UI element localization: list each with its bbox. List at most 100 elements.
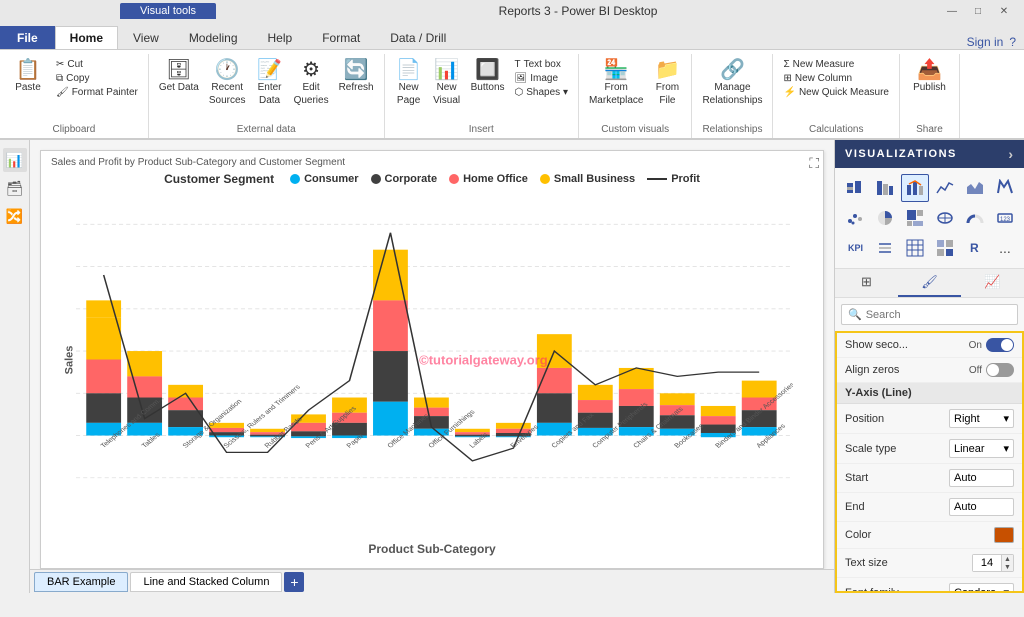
get-data-button[interactable]: 🗄 Get Data	[155, 58, 203, 95]
add-page-button[interactable]: +	[284, 572, 304, 592]
color-picker[interactable]	[994, 527, 1014, 543]
new-column-button[interactable]: ⊞ New Column	[779, 72, 892, 85]
viz-icon-r-script[interactable]: R	[961, 234, 989, 262]
data-view-icon[interactable]: 🗃	[3, 176, 27, 200]
show-secondary-toggle[interactable]: On	[969, 338, 1014, 352]
chart-svg: 2,500K 2,000K 1,500K 1,000K 500K 0K -500…	[76, 199, 793, 520]
tab-view[interactable]: View	[118, 26, 174, 49]
recent-sources-button[interactable]: 🕐 Recent Sources	[205, 58, 250, 108]
scale-type-label: Scale type	[845, 443, 896, 455]
tab-format[interactable]: Format	[307, 26, 375, 49]
text-size-input[interactable]: ▲ ▼	[972, 554, 1014, 572]
edit-queries-button[interactable]: ⚙ Edit Queries	[290, 58, 333, 108]
viz-icon-line[interactable]	[931, 174, 959, 202]
tab-help[interactable]: Help	[253, 26, 308, 49]
from-marketplace-button[interactable]: 🏪 From Marketplace	[585, 58, 647, 108]
viz-icon-card[interactable]: 123	[991, 204, 1019, 232]
legend-small-business: Small Business	[540, 172, 635, 186]
file-tab[interactable]: File	[0, 26, 55, 49]
legend-customer-segment-label: Customer Segment	[164, 172, 274, 186]
viz-icon-treemap[interactable]	[901, 204, 929, 232]
legend-consumer: Consumer	[290, 172, 358, 186]
sign-in[interactable]: Sign in ?	[967, 35, 1024, 49]
viz-icon-gauge[interactable]	[961, 204, 989, 232]
viz-expand-icon[interactable]: ›	[1008, 146, 1014, 162]
report-view-icon[interactable]: 📊	[3, 148, 27, 172]
canvas-area: Sales and Profit by Product Sub-Category…	[30, 140, 834, 593]
align-zeros-toggle[interactable]: Off	[969, 363, 1014, 377]
search-input[interactable]	[866, 309, 1011, 321]
image-button[interactable]: 🖼 Image	[511, 72, 572, 85]
viz-icon-matrix[interactable]	[931, 234, 959, 262]
align-zeros-row: Align zeros Off	[837, 358, 1022, 383]
refresh-button[interactable]: 🔄 Refresh	[335, 58, 378, 95]
font-family-dropdown[interactable]: Candara▾	[949, 583, 1014, 593]
clipboard-group: 📋 Paste ✂ Cut ⧉ Copy 🖌 Format Painter Cl…	[0, 54, 149, 138]
viz-icon-slicer[interactable]	[871, 234, 899, 262]
relationships-group: 🔗 Manage Relationships Relationships	[692, 54, 773, 138]
tab-home[interactable]: Home	[55, 26, 118, 49]
start-input[interactable]: Auto	[949, 469, 1014, 487]
viz-icon-map[interactable]	[931, 204, 959, 232]
tab-data-drill[interactable]: Data / Drill	[375, 26, 461, 49]
search-box[interactable]: 🔍	[841, 304, 1018, 325]
position-dropdown[interactable]: Right▾	[949, 409, 1014, 428]
viz-icon-ribbon[interactable]	[991, 174, 1019, 202]
viz-icon-scatter[interactable]	[841, 204, 869, 232]
minimize-button[interactable]: —	[940, 3, 964, 19]
viz-tab-fields[interactable]: ⊞	[835, 269, 898, 297]
viz-panel-header: VISUALIZATIONS ›	[835, 140, 1024, 168]
close-button[interactable]: ✕	[992, 3, 1016, 19]
legend-profit: Profit	[647, 172, 700, 186]
start-label: Start	[845, 472, 868, 484]
main-area: 📊 🗃 🔀 Sales and Profit by Product Sub-Ca…	[0, 140, 1024, 593]
bottom-tabs: BAR Example Line and Stacked Column +	[30, 569, 834, 593]
font-family-row: Font family Candara▾	[837, 578, 1022, 593]
copy-button[interactable]: ⧉ Copy	[52, 72, 142, 85]
chart-container[interactable]: Sales and Profit by Product Sub-Category…	[40, 150, 824, 569]
new-page-button[interactable]: 📄 New Page	[391, 58, 427, 108]
y-axis-line-section: Y-Axis (Line)	[837, 383, 1022, 404]
viz-icon-more[interactable]: ...	[991, 234, 1019, 262]
align-zeros-label: Align zeros	[845, 364, 899, 376]
end-label: End	[845, 501, 865, 513]
viz-icon-line-bar[interactable]	[901, 174, 929, 202]
viz-icon-table[interactable]	[901, 234, 929, 262]
chart-expand-btn[interactable]: ⛶	[809, 155, 819, 172]
model-view-icon[interactable]: 🔀	[3, 204, 27, 228]
buttons-button[interactable]: 🔲 Buttons	[467, 58, 509, 95]
shapes-button[interactable]: ⬡ Shapes ▾	[511, 86, 572, 99]
from-file-button[interactable]: 📁 From File	[649, 58, 685, 108]
format-options: Show seco... On Align zeros Off Y-Axis (…	[835, 331, 1024, 593]
viz-tab-analytics[interactable]: 📈	[961, 269, 1024, 297]
svg-text:R: R	[970, 241, 979, 255]
viz-icon-bar[interactable]	[871, 174, 899, 202]
enter-data-button[interactable]: 📝 Enter Data	[252, 58, 288, 108]
page-tab-line[interactable]: Line and Stacked Column	[130, 572, 282, 592]
paste-button[interactable]: 📋 Paste	[6, 58, 50, 95]
new-measure-button[interactable]: Σ New Measure	[779, 58, 892, 71]
viz-tab-format[interactable]: 🖌	[898, 269, 961, 297]
scale-type-row: Scale type Linear▾	[837, 434, 1022, 464]
top-bar: Visual tools Reports 3 - Power BI Deskto…	[0, 0, 1024, 22]
format-painter-button[interactable]: 🖌 Format Painter	[52, 86, 142, 99]
scale-type-dropdown[interactable]: Linear▾	[949, 439, 1014, 458]
viz-icon-area[interactable]	[961, 174, 989, 202]
manage-relationships-button[interactable]: 🔗 Manage Relationships	[698, 58, 766, 108]
text-box-button[interactable]: T Text box	[511, 58, 572, 71]
cut-button[interactable]: ✂ Cut	[52, 58, 142, 71]
viz-icon-kpi[interactable]: KPI	[841, 234, 869, 262]
end-input[interactable]: Auto	[949, 498, 1014, 516]
maximize-button[interactable]: □	[966, 3, 990, 19]
tab-modeling[interactable]: Modeling	[174, 26, 253, 49]
viz-icon-stacked-bar[interactable]	[841, 174, 869, 202]
chart-title: Sales and Profit by Product Sub-Category…	[41, 151, 823, 170]
viz-icon-pie[interactable]	[871, 204, 899, 232]
publish-button[interactable]: 📤 Publish	[909, 58, 950, 95]
right-panel: VISUALIZATIONS › FIELDS	[834, 140, 1024, 593]
color-row: Color	[837, 522, 1022, 549]
new-visual-button[interactable]: 📊 New Visual	[429, 58, 465, 108]
new-quick-measure-button[interactable]: ⚡ New Quick Measure	[779, 86, 892, 99]
text-size-label: Text size	[845, 557, 888, 569]
insert-group: 📄 New Page 📊 New Visual 🔲 Buttons T Text…	[385, 54, 579, 138]
